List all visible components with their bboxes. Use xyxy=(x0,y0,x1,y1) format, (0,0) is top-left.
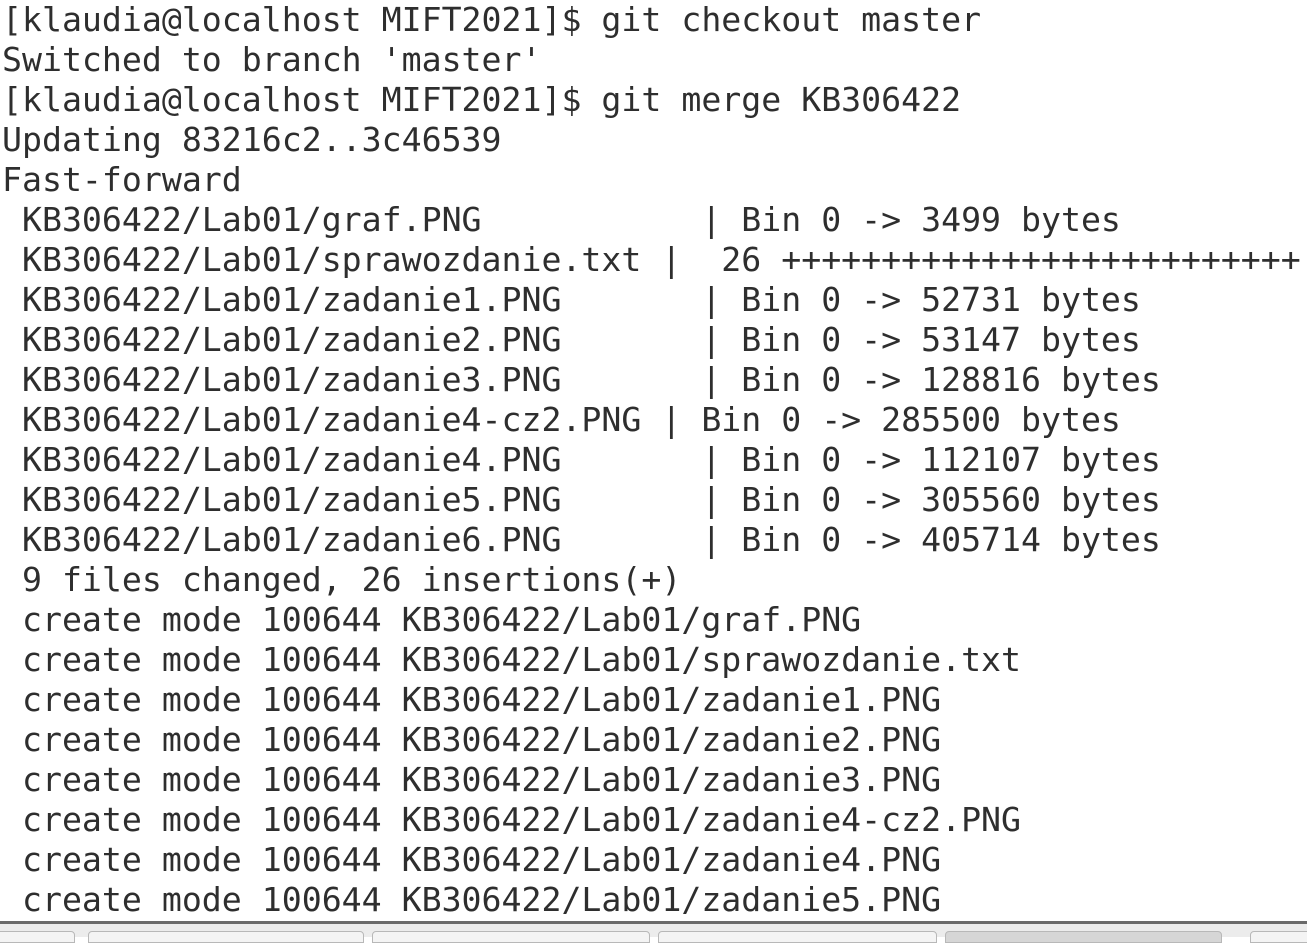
terminal-line: KB306422/Lab01/zadanie4-cz2.PNG | Bin 0 … xyxy=(2,400,1121,439)
terminal-line: [klaudia@localhost MIFT2021]$ git checko… xyxy=(2,0,982,39)
terminal-line: create mode 100644 KB306422/Lab01/graf.P… xyxy=(2,600,862,639)
terminal-line: create mode 100644 KB306422/Lab01/zadani… xyxy=(2,880,942,919)
terminal-line: create mode 100644 KB306422/Lab01/zadani… xyxy=(2,680,942,719)
terminal-line: create mode 100644 KB306422/Lab01/zadani… xyxy=(2,840,942,879)
terminal-line: KB306422/Lab01/sprawozdanie.txt | 26 +++… xyxy=(2,240,1301,279)
terminal-line: KB306422/Lab01/zadanie1.PNG | Bin 0 -> 5… xyxy=(2,280,1141,319)
terminal-line: Fast-forward xyxy=(2,160,242,199)
terminal-line: Switched to branch 'master' xyxy=(2,40,542,79)
terminal-line: Updating 83216c2..3c46539 xyxy=(2,120,502,159)
terminal-line: create mode 100644 KB306422/Lab01/zadani… xyxy=(2,720,942,759)
terminal-line: KB306422/Lab01/graf.PNG | Bin 0 -> 3499 … xyxy=(2,200,1121,239)
terminal-line: KB306422/Lab01/zadanie4.PNG | Bin 0 -> 1… xyxy=(2,440,1161,479)
terminal-line: [klaudia@localhost MIFT2021]$ git merge … xyxy=(2,80,962,119)
terminal-line: create mode 100644 KB306422/Lab01/zadani… xyxy=(2,760,942,799)
tab-1[interactable] xyxy=(0,931,75,943)
terminal-line: KB306422/Lab01/zadanie5.PNG | Bin 0 -> 3… xyxy=(2,480,1161,519)
terminal-output[interactable]: [klaudia@localhost MIFT2021]$ git checko… xyxy=(2,0,1307,922)
terminal-line: KB306422/Lab01/zadanie2.PNG | Bin 0 -> 5… xyxy=(2,320,1141,359)
tab-6[interactable] xyxy=(1250,931,1307,943)
tab-3[interactable] xyxy=(372,931,650,943)
tab-2[interactable] xyxy=(88,931,364,943)
tab-4[interactable] xyxy=(658,931,937,943)
terminal-line: create mode 100644 KB306422/Lab01/sprawo… xyxy=(2,640,1022,679)
terminal-line: KB306422/Lab01/zadanie6.PNG | Bin 0 -> 4… xyxy=(2,520,1161,559)
terminal-line: KB306422/Lab01/zadanie3.PNG | Bin 0 -> 1… xyxy=(2,360,1161,399)
terminal-line: 9 files changed, 26 insertions(+) xyxy=(2,560,682,599)
tab-5-active[interactable] xyxy=(945,931,1222,943)
terminal-line: create mode 100644 KB306422/Lab01/zadani… xyxy=(2,800,1022,839)
tab-bar xyxy=(0,924,1307,943)
